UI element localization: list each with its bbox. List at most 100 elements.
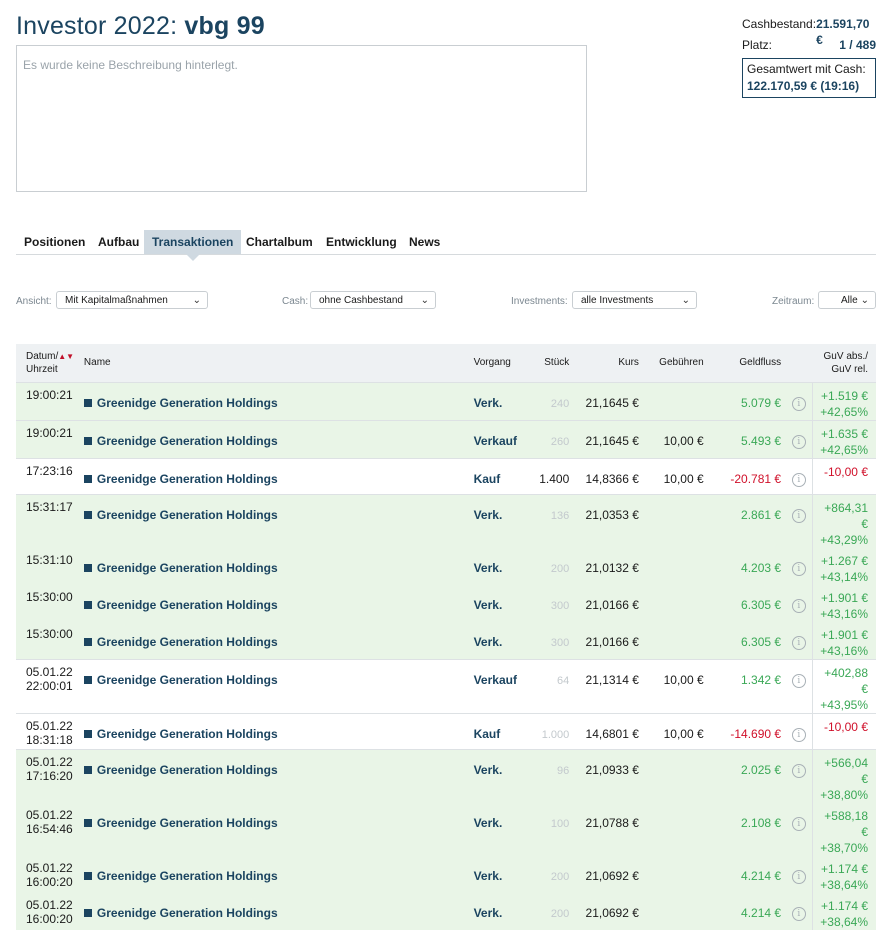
- cell-info[interactable]: i: [785, 420, 813, 458]
- tab-bar: Positionen Aufbau Transaktionen Chartalb…: [16, 230, 876, 261]
- info-icon[interactable]: i: [791, 635, 806, 650]
- stock-link[interactable]: Greenidge Generation Holdings: [97, 598, 278, 612]
- date-line2: 16:00:20: [26, 911, 73, 926]
- cell-info[interactable]: i: [785, 659, 813, 713]
- guv-abs: -10,00 €: [823, 464, 868, 479]
- cell-name[interactable]: Greenidge Generation Holdings: [80, 893, 470, 930]
- info-icon[interactable]: i: [791, 673, 806, 688]
- tab-entwicklung[interactable]: Entwicklung: [318, 230, 405, 254]
- stock-link[interactable]: Greenidge Generation Holdings: [97, 508, 278, 522]
- stueck-value: 260: [550, 435, 570, 448]
- stock-link[interactable]: Greenidge Generation Holdings: [97, 869, 278, 883]
- cell-info[interactable]: i: [785, 803, 813, 856]
- cell-name[interactable]: Greenidge Generation Holdings: [80, 458, 470, 494]
- table-row: 05.01.22 16:00:20 Greenidge Generation Hol…: [16, 892, 876, 930]
- header-date-line1: Datum/: [26, 350, 59, 362]
- stueck-value: 240: [550, 397, 570, 410]
- info-icon[interactable]: i: [791, 434, 806, 449]
- cell-name[interactable]: Greenidge Generation Holdings: [80, 382, 470, 420]
- cell-stueck: 200: [522, 893, 574, 930]
- cell-name[interactable]: Greenidge Generation Holdings: [80, 622, 470, 660]
- cell-name[interactable]: Greenidge Generation Holdings: [80, 803, 470, 856]
- cell-stueck: 240: [522, 382, 574, 420]
- stock-link[interactable]: Greenidge Generation Holdings: [97, 906, 278, 920]
- info-icon[interactable]: i: [791, 727, 806, 742]
- ansicht-value: Mit Kapitalmaßnahmen: [65, 295, 168, 306]
- cell-kurs: 21,0788 €: [585, 815, 639, 830]
- zeitraum-select[interactable]: Alle ⌄: [818, 291, 876, 309]
- info-icon[interactable]: i: [791, 906, 806, 921]
- stock-marker-icon: [83, 818, 92, 827]
- cell-geldfluss: 2.108 €: [741, 815, 782, 830]
- cell-name[interactable]: Greenidge Generation Holdings: [80, 494, 470, 548]
- cash-select[interactable]: ohne Cashbestand ⌄: [310, 291, 436, 309]
- cell-gebuehren: [643, 494, 708, 548]
- cell-date: 15:30:00: [16, 622, 80, 660]
- guv-rel: +38,70%: [820, 840, 868, 855]
- table-row: 17:23:16 Greenidge Generation Holdings Kau…: [16, 458, 876, 494]
- header-guv-line2: GuV rel.: [831, 363, 868, 375]
- guv-rel: +43,16%: [820, 643, 868, 658]
- cell-date: 05.01.22 16:00:20: [16, 893, 80, 930]
- cell-info[interactable]: i: [785, 893, 813, 930]
- cell-date: 19:00:21: [16, 382, 80, 420]
- stock-link[interactable]: Greenidge Generation Holdings: [97, 673, 278, 687]
- cell-info[interactable]: i: [785, 585, 813, 622]
- cell-name[interactable]: Greenidge Generation Holdings: [80, 420, 470, 458]
- tab-aufbau[interactable]: Aufbau: [90, 230, 147, 254]
- tab-positionen[interactable]: Positionen: [16, 230, 93, 254]
- guv-rel: +42,65%: [820, 442, 868, 457]
- stock-link[interactable]: Greenidge Generation Holdings: [97, 727, 278, 741]
- cell-name[interactable]: Greenidge Generation Holdings: [80, 856, 470, 893]
- cell-info[interactable]: i: [785, 856, 813, 893]
- cell-info[interactable]: i: [785, 622, 813, 660]
- date-line1: 15:30:00: [26, 626, 73, 641]
- info-icon[interactable]: i: [791, 869, 806, 884]
- info-icon[interactable]: i: [791, 561, 806, 576]
- cell-stueck: 300: [522, 622, 574, 660]
- stock-link[interactable]: Greenidge Generation Holdings: [97, 396, 278, 410]
- sort-icon[interactable]: ▲▼: [58, 350, 74, 363]
- stueck-value: 200: [550, 907, 570, 920]
- cell-name[interactable]: Greenidge Generation Holdings: [80, 713, 470, 749]
- rank-row: Platz: 1 / 489: [742, 37, 876, 58]
- info-icon[interactable]: i: [791, 508, 806, 523]
- cell-name[interactable]: Greenidge Generation Holdings: [80, 585, 470, 622]
- cell-kurs: 21,0692 €: [585, 905, 639, 920]
- guv-abs: +1.635 €: [820, 426, 868, 441]
- stock-link[interactable]: Greenidge Generation Holdings: [97, 816, 278, 830]
- ansicht-select[interactable]: Mit Kapitalmaßnahmen ⌄: [56, 291, 208, 309]
- header-date[interactable]: Datum/▲▼ Uhrzeit: [16, 344, 80, 382]
- stock-link[interactable]: Greenidge Generation Holdings: [97, 561, 278, 575]
- investments-select[interactable]: alle Investments ⌄: [572, 291, 697, 309]
- cell-info[interactable]: i: [785, 494, 813, 548]
- investments-label: Investments:: [511, 296, 568, 307]
- cell-info[interactable]: i: [785, 458, 813, 494]
- cell-name[interactable]: Greenidge Generation Holdings: [80, 548, 470, 585]
- chevron-down-icon: ⌄: [192, 295, 201, 306]
- cell-name[interactable]: Greenidge Generation Holdings: [80, 749, 470, 803]
- guv-abs: +1.174 €: [820, 861, 868, 876]
- cell-info[interactable]: i: [785, 382, 813, 420]
- info-icon[interactable]: i: [791, 598, 806, 613]
- tab-chartalbum[interactable]: Chartalbum: [238, 230, 321, 254]
- info-icon[interactable]: i: [791, 396, 806, 411]
- cell-info[interactable]: i: [785, 713, 813, 749]
- zeitraum-value: Alle: [841, 295, 858, 306]
- tab-news[interactable]: News: [401, 230, 448, 254]
- info-icon[interactable]: i: [791, 472, 806, 487]
- cell-info[interactable]: i: [785, 749, 813, 803]
- cell-name[interactable]: Greenidge Generation Holdings: [80, 659, 470, 713]
- stock-link[interactable]: Greenidge Generation Holdings: [97, 434, 278, 448]
- guv-abs: +402,88 €: [824, 665, 868, 696]
- info-icon[interactable]: i: [791, 763, 806, 778]
- cell-info[interactable]: i: [785, 548, 813, 585]
- stock-link[interactable]: Greenidge Generation Holdings: [97, 635, 278, 649]
- stock-marker-icon: [83, 510, 92, 519]
- stock-link[interactable]: Greenidge Generation Holdings: [97, 472, 278, 486]
- stock-link[interactable]: Greenidge Generation Holdings: [97, 763, 278, 777]
- tab-transaktionen[interactable]: Transaktionen: [144, 230, 242, 261]
- cell-stueck: 100: [522, 803, 574, 856]
- cell-gebuehren: [643, 803, 708, 856]
- info-icon[interactable]: i: [791, 816, 806, 831]
